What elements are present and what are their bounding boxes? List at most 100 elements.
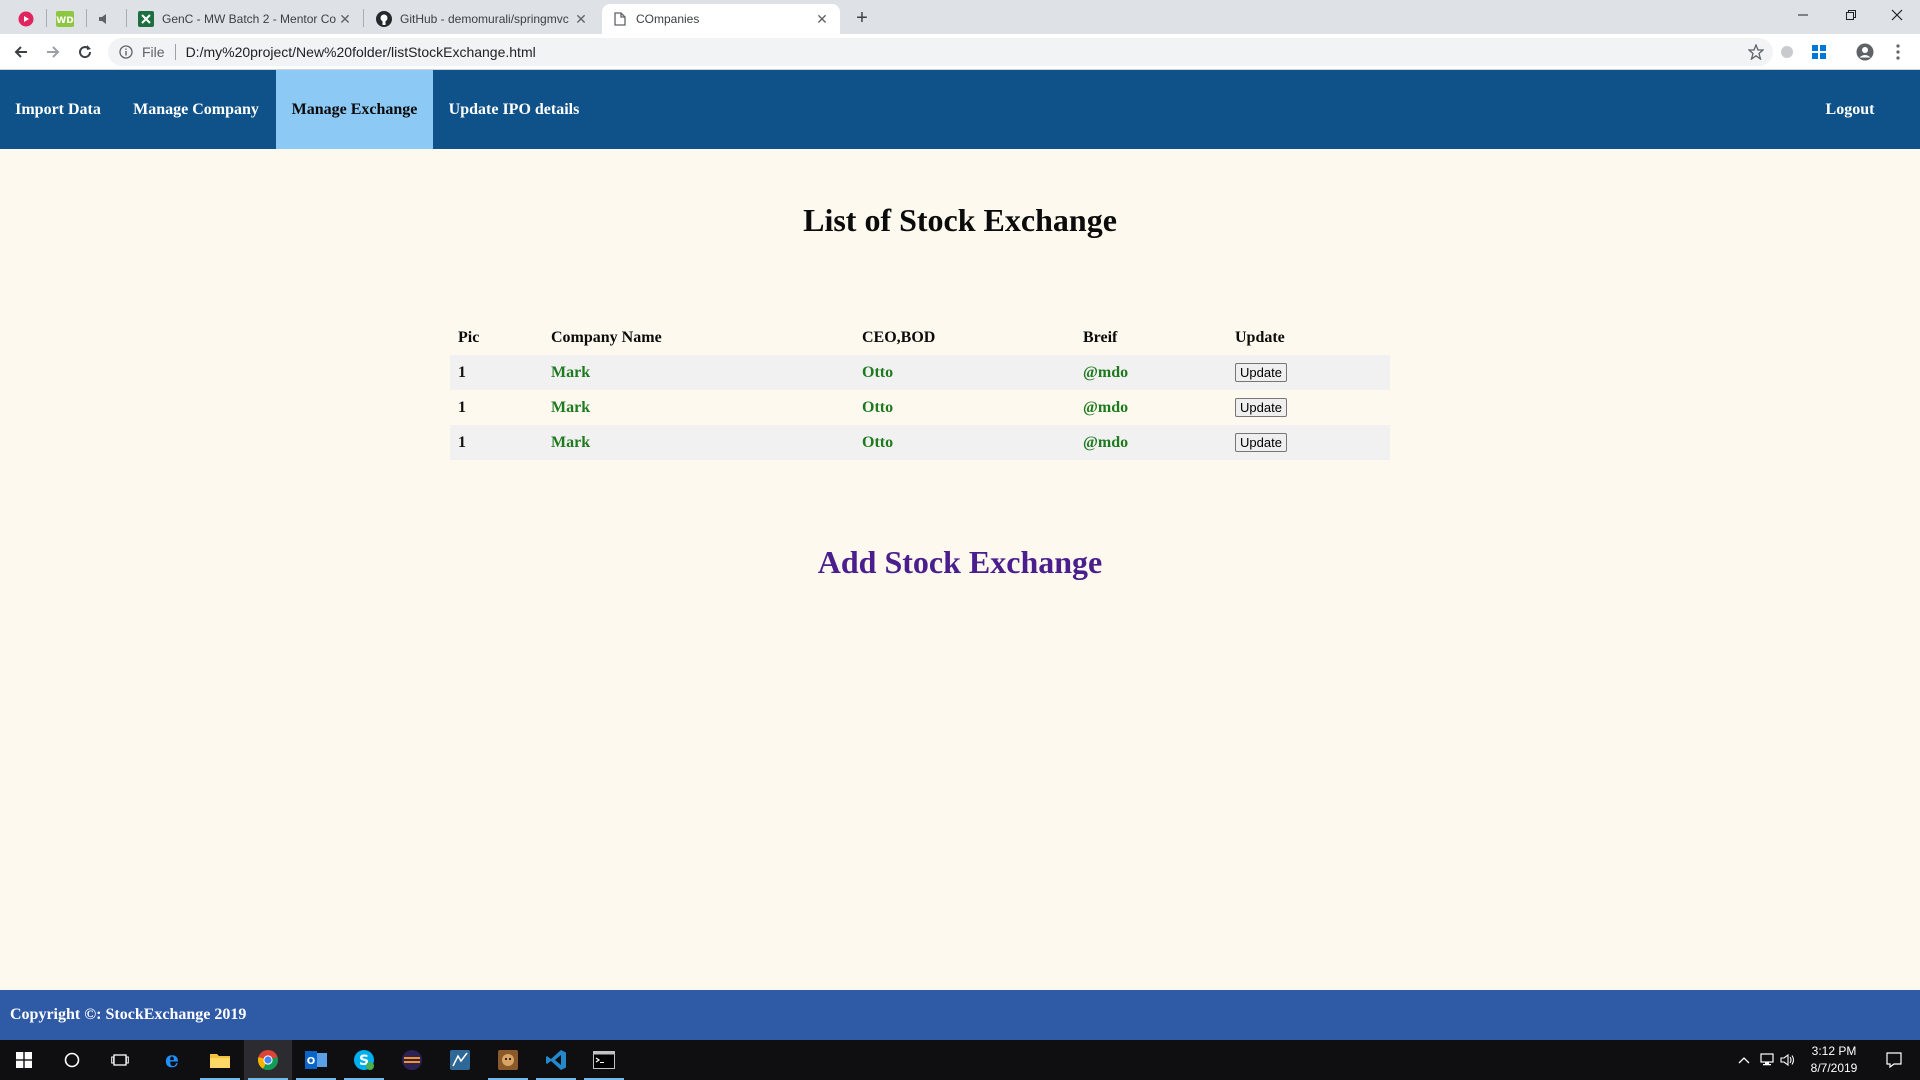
network-icon[interactable] — [1756, 1040, 1778, 1080]
table-header-row: Pic Company Name CEO,BOD Breif Update — [450, 321, 1390, 355]
close-window-icon[interactable] — [1874, 0, 1920, 30]
svg-text:e: e — [165, 1049, 179, 1071]
cell-brief: @mdo — [1075, 355, 1227, 390]
start-icon[interactable] — [0, 1040, 48, 1080]
new-tab-icon[interactable]: + — [850, 6, 874, 30]
forward-icon[interactable] — [39, 38, 67, 66]
tab-separator — [363, 9, 364, 27]
cell-company: Mark — [543, 390, 854, 425]
address-bar[interactable]: File D:/my%20project/New%20folder/listSt… — [108, 38, 1773, 66]
browser-toolbar: File D:/my%20project/New%20folder/listSt… — [0, 34, 1920, 70]
restore-icon[interactable] — [1828, 0, 1874, 30]
update-button[interactable]: Update — [1235, 398, 1287, 417]
edge-icon[interactable]: e — [148, 1040, 196, 1080]
tab-title: GitHub - demomurali/springmvc — [400, 12, 569, 26]
column-header-ceo: CEO,BOD — [862, 329, 936, 346]
tab-separator — [46, 9, 47, 27]
chrome-icon[interactable] — [244, 1040, 292, 1080]
pinned-tab-wd[interactable]: WD — [48, 5, 82, 33]
tomcat-icon[interactable] — [484, 1040, 532, 1080]
cell-brief: @mdo — [1075, 390, 1227, 425]
nav-logout[interactable]: Logout — [1808, 70, 1892, 149]
close-tab-icon[interactable]: ✕ — [814, 11, 830, 27]
clock-time: 3:12 PM — [1811, 1044, 1857, 1058]
table-row: 1 Mark Otto @mdo Update — [450, 425, 1390, 460]
minimize-icon[interactable] — [1780, 0, 1826, 30]
browser-tab-strip: WD GenC - MW Batch 2 - Mentor Co ✕ GitHu… — [0, 0, 1920, 34]
address-separator — [174, 44, 176, 60]
cell-brief: @mdo — [1075, 425, 1227, 460]
table-row: 1 Mark Otto @mdo Update — [450, 390, 1390, 425]
column-header-pic: Pic — [458, 329, 480, 346]
url-text: D:/my%20project/New%20folder/listStockEx… — [185, 44, 536, 60]
extension-record-icon[interactable] — [1777, 42, 1797, 62]
url-scheme: File — [142, 44, 165, 60]
nav-manage-company[interactable]: Manage Company — [116, 70, 276, 149]
cortana-icon[interactable] — [48, 1040, 96, 1080]
tab-genc[interactable]: GenC - MW Batch 2 - Mentor Co ✕ — [128, 4, 363, 34]
stock-exchange-table: Pic Company Name CEO,BOD Breif Update 1 … — [450, 321, 1390, 460]
pinned-tab-recorder[interactable] — [9, 5, 43, 33]
update-button[interactable]: Update — [1235, 433, 1287, 452]
update-button[interactable]: Update — [1235, 363, 1287, 382]
nav-manage-exchange[interactable]: Manage Exchange — [276, 70, 433, 149]
tray-overflow-icon[interactable] — [1734, 1040, 1754, 1080]
clock-date: 8/7/2019 — [1810, 1061, 1858, 1075]
reload-icon[interactable] — [71, 38, 99, 66]
cell-update: Update — [1227, 390, 1390, 425]
close-tab-icon[interactable]: ✕ — [337, 11, 353, 27]
close-tab-icon[interactable]: ✕ — [573, 11, 589, 27]
page-title: List of Stock Exchange — [803, 202, 1117, 238]
cell-update: Update — [1227, 425, 1390, 460]
table-row: 1 Mark Otto @mdo Update — [450, 355, 1390, 390]
top-navbar: Import Data Manage Company Manage Exchan… — [0, 70, 1920, 149]
tab-github[interactable]: GitHub - demomurali/springmvc ✕ — [366, 4, 599, 34]
skype-icon[interactable]: S — [340, 1040, 388, 1080]
back-icon[interactable] — [7, 38, 35, 66]
column-header-update: Update — [1235, 329, 1285, 346]
tab-title: COmpanies — [636, 12, 700, 26]
pinned-tab-muted[interactable] — [88, 5, 122, 33]
tab-companies[interactable]: COmpanies ✕ — [602, 4, 840, 34]
copyright-text: Copyright ©: StockExchange 2019 — [10, 1006, 247, 1023]
vscode-icon[interactable] — [532, 1040, 580, 1080]
cell-pic: 1 — [450, 355, 543, 390]
windows-taskbar: e O S 3:12 PM 8/7/2019 — [0, 1040, 1920, 1080]
cell-company: Mark — [543, 355, 854, 390]
tab-title: GenC - MW Batch 2 - Mentor Co — [162, 12, 337, 26]
svg-text:WD: WD — [56, 16, 73, 26]
file-explorer-icon[interactable] — [196, 1040, 244, 1080]
nav-import-data[interactable]: Import Data — [0, 70, 116, 149]
cell-ceo: Otto — [854, 355, 1075, 390]
eclipse-icon[interactable] — [388, 1040, 436, 1080]
more-menu-icon[interactable] — [1888, 42, 1908, 62]
column-header-company: Company Name — [551, 329, 662, 346]
cell-pic: 1 — [450, 390, 543, 425]
svg-text:O: O — [307, 1056, 316, 1067]
profile-icon[interactable] — [1855, 42, 1875, 62]
nav-update-ipo[interactable]: Update IPO details — [433, 70, 595, 149]
outlook-icon[interactable]: O — [292, 1040, 340, 1080]
excel-icon — [138, 11, 154, 27]
cell-update: Update — [1227, 355, 1390, 390]
wd-app-icon: WD — [56, 11, 74, 27]
column-header-brief: Breif — [1083, 329, 1118, 346]
page-footer: Copyright ©: StockExchange 2019 — [0, 990, 1920, 1040]
windows-extension-icon[interactable] — [1809, 42, 1829, 62]
speaker-icon — [99, 14, 106, 24]
bookmark-star-icon[interactable] — [1747, 43, 1765, 61]
info-icon[interactable] — [118, 44, 134, 60]
github-icon — [376, 11, 392, 27]
record-icon — [18, 11, 34, 27]
tab-separator — [86, 9, 87, 27]
cmd-icon[interactable] — [580, 1040, 628, 1080]
notification-center-icon[interactable] — [1874, 1040, 1914, 1080]
cell-pic: 1 — [450, 425, 543, 460]
page-icon — [612, 11, 628, 27]
mysql-workbench-icon[interactable] — [436, 1040, 484, 1080]
add-stock-exchange-link[interactable]: Add Stock Exchange — [0, 544, 1920, 581]
system-clock[interactable]: 3:12 PM 8/7/2019 — [1795, 1043, 1873, 1077]
task-view-icon[interactable] — [96, 1040, 144, 1080]
cell-company: Mark — [543, 425, 854, 460]
cell-ceo: Otto — [854, 390, 1075, 425]
